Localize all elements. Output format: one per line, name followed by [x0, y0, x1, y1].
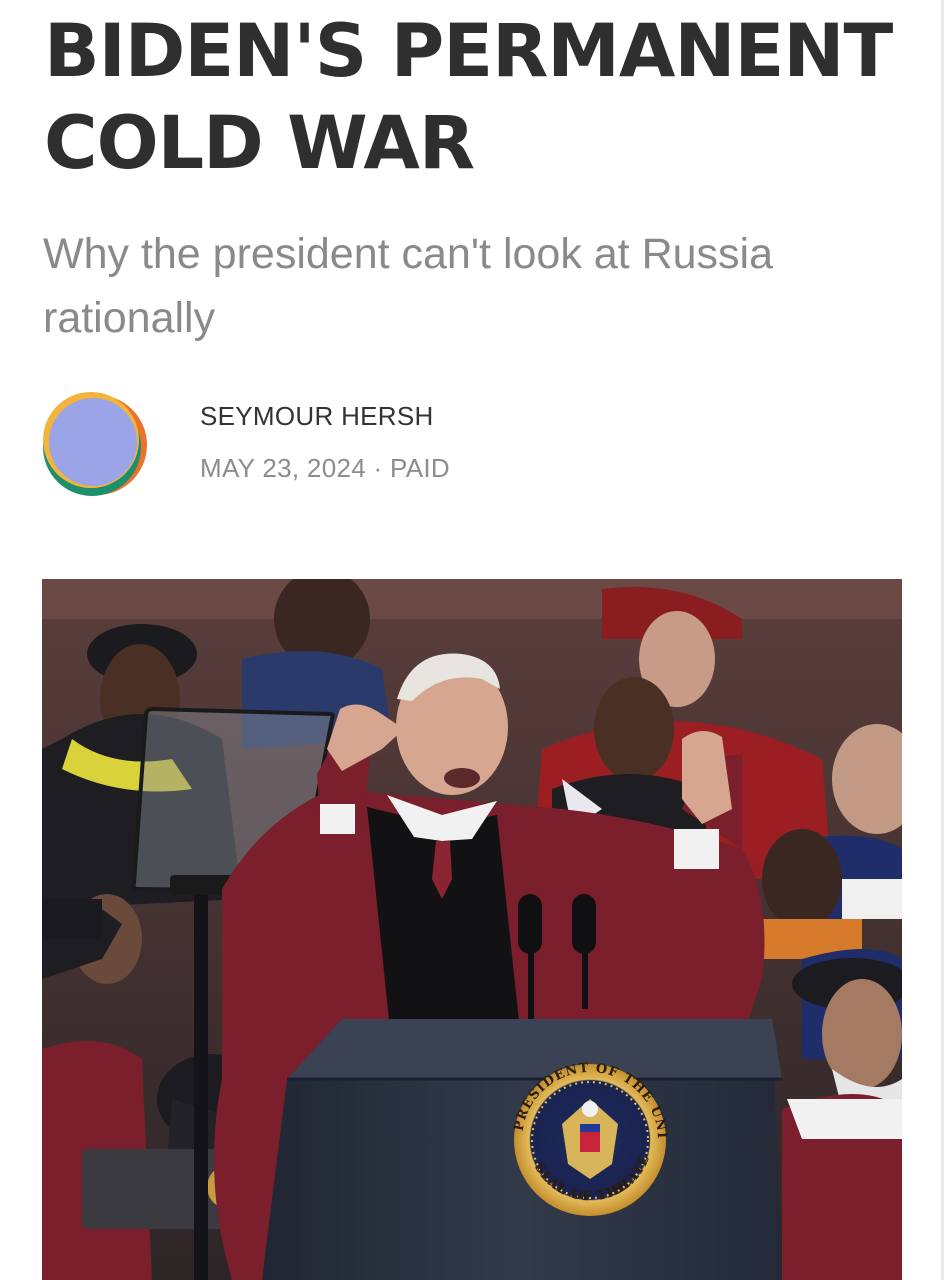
access-badge: PAID: [390, 453, 450, 483]
byline: SEYMOUR HERSH MAY 23, 2024 · PAID: [42, 388, 902, 498]
hero-photo-illustration: PRESIDENT OF THE UNITED SEAL OF THE STAT…: [42, 579, 902, 1280]
publication-logo-icon[interactable]: [42, 390, 148, 496]
meta-separator: ·: [373, 453, 383, 483]
author-name[interactable]: SEYMOUR HERSH: [200, 401, 434, 431]
article-subtitle: Why the president can't look at Russia r…: [43, 230, 774, 342]
post-date: MAY 23, 2024: [200, 453, 366, 483]
article-title: BIDEN'S PERMANENT COLD WAR: [44, 9, 893, 186]
hero-image[interactable]: PRESIDENT OF THE UNITED SEAL OF THE STAT…: [42, 579, 902, 1280]
post-meta: MAY 23, 2024 · PAID: [200, 453, 450, 483]
